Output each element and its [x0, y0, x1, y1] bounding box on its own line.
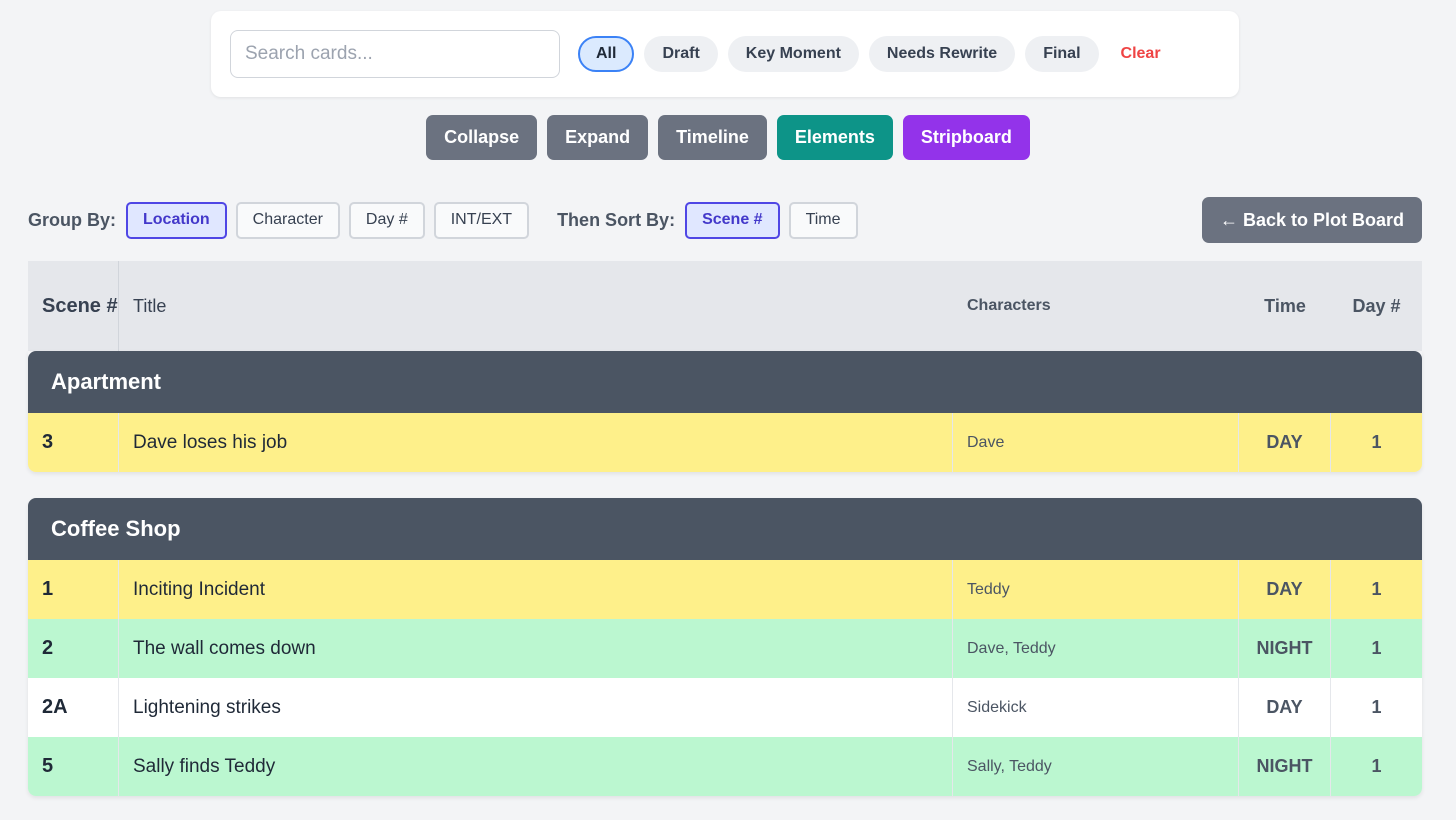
column-header-title[interactable]: Title [119, 261, 953, 351]
scene-characters: Sally, Teddy [953, 737, 1239, 796]
sort-by-label: Then Sort By: [557, 209, 676, 230]
timeline-button[interactable]: Timeline [658, 115, 767, 160]
scene-title: Inciting Incident [119, 560, 953, 619]
group-by-character[interactable]: Character [235, 201, 340, 239]
group-sort-bar: Group By: Location Character Day # INT/E… [28, 197, 1422, 243]
scene-title: Lightening strikes [119, 678, 953, 737]
scene-row[interactable]: 2 The wall comes down Dave, Teddy NIGHT … [28, 619, 1422, 678]
scene-time: DAY [1239, 413, 1331, 472]
table-header: Scene # Title Characters Time Day # [28, 261, 1422, 351]
column-header-scene[interactable]: Scene # [28, 261, 119, 351]
scene-number: 3 [28, 413, 119, 472]
group-header[interactable]: Apartment [28, 351, 1422, 413]
back-to-plot-board-button[interactable]: ← Back to Plot Board [1201, 197, 1422, 243]
scene-number: 2A [28, 678, 119, 737]
group-by-day[interactable]: Day # [348, 201, 425, 239]
expand-button[interactable]: Expand [547, 115, 649, 160]
view-toolbar: Collapse Expand Timeline Elements Stripb… [0, 115, 1456, 160]
scene-day: 1 [1371, 756, 1382, 776]
elements-button[interactable]: Elements [776, 115, 893, 160]
scene-row[interactable]: 3 Dave loses his job Dave DAY 1 [28, 413, 1422, 472]
search-input[interactable] [230, 30, 560, 78]
scene-row[interactable]: 2A Lightening strikes Sidekick DAY 1 [28, 678, 1422, 737]
filter-pill-key-moment[interactable]: Key Moment [727, 36, 859, 72]
sort-by-scene[interactable]: Scene # [685, 201, 780, 239]
column-header-day[interactable]: Day # [1331, 261, 1422, 351]
filter-pill-draft[interactable]: Draft [644, 36, 718, 72]
group-by-location[interactable]: Location [126, 201, 227, 239]
scene-row[interactable]: 1 Inciting Incident Teddy DAY 1 [28, 560, 1422, 619]
group-by-int-ext[interactable]: INT/EXT [433, 201, 530, 239]
scene-number: 2 [28, 619, 119, 678]
location-group-apartment: Apartment 3 Dave loses his job Dave DAY … [28, 351, 1422, 472]
scene-row[interactable]: 5 Sally finds Teddy Sally, Teddy NIGHT 1 [28, 737, 1422, 796]
scene-characters: Teddy [953, 560, 1239, 619]
scene-title: Dave loses his job [119, 413, 953, 472]
stripboard-button[interactable]: Stripboard [902, 115, 1030, 160]
scene-characters: Sidekick [953, 678, 1239, 737]
scene-number: 5 [28, 737, 119, 796]
filter-pill-all[interactable]: All [578, 36, 635, 72]
filter-bar: All Draft Key Moment Needs Rewrite Final… [211, 11, 1239, 97]
scene-time: DAY [1239, 560, 1331, 619]
scene-day: 1 [1371, 638, 1382, 658]
filter-pill-needs-rewrite[interactable]: Needs Rewrite [868, 36, 1016, 72]
scene-day: 1 [1371, 579, 1382, 599]
scene-title: Sally finds Teddy [119, 737, 953, 796]
status-filter-pills: All Draft Key Moment Needs Rewrite Final [578, 36, 1099, 72]
sort-by-time[interactable]: Time [788, 201, 858, 239]
scene-title: The wall comes down [119, 619, 953, 678]
filter-pill-final[interactable]: Final [1025, 36, 1099, 72]
clear-filters-button[interactable]: Clear [1111, 45, 1171, 63]
location-group-coffee-shop: Coffee Shop 1 Inciting Incident Teddy DA… [28, 498, 1422, 796]
scene-time: DAY [1239, 678, 1331, 737]
column-header-time[interactable]: Time [1239, 261, 1331, 351]
scene-time: NIGHT [1239, 737, 1331, 796]
group-header[interactable]: Coffee Shop [28, 498, 1422, 560]
column-header-characters[interactable]: Characters [953, 261, 1239, 351]
scene-number: 1 [28, 560, 119, 619]
group-by-label: Group By: [28, 209, 116, 230]
scene-characters: Dave, Teddy [953, 619, 1239, 678]
scene-day: 1 [1371, 697, 1382, 717]
scene-characters: Dave [953, 413, 1239, 472]
scene-time: NIGHT [1239, 619, 1331, 678]
scene-day: 1 [1371, 432, 1382, 452]
collapse-button[interactable]: Collapse [426, 115, 538, 160]
